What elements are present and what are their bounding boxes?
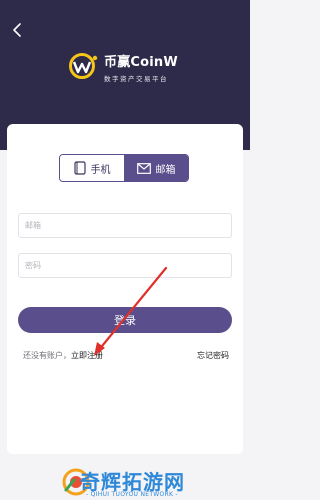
password-input[interactable] xyxy=(18,253,232,278)
status-bar xyxy=(0,0,250,12)
mail-icon xyxy=(136,162,151,174)
brand-slogan: 数字资产交易平台 xyxy=(104,75,168,83)
chevron-left-icon xyxy=(13,23,21,37)
tab-phone-label: 手机 xyxy=(90,164,111,176)
watermark-subtitle: - QIHUI TUOYOU NETWORK - xyxy=(86,491,178,498)
login-method-toggle: 手机 邮箱 xyxy=(59,154,189,182)
register-prompt: 还没有账户，立即注册 xyxy=(23,350,103,361)
login-button[interactable]: 登录 xyxy=(18,307,232,333)
brand-name: 币赢CoinW xyxy=(104,55,178,70)
back-button[interactable] xyxy=(10,22,26,38)
forgot-password-link[interactable]: 忘记密码 xyxy=(197,350,229,361)
login-card: 手机 邮箱 登录 还没有账户，立即注册 忘记密码 xyxy=(7,124,243,454)
register-link[interactable]: 立即注册 xyxy=(71,351,103,360)
tab-phone[interactable]: 手机 xyxy=(60,155,124,181)
no-account-text: 还没有账户， xyxy=(23,351,71,360)
tab-email-label: 邮箱 xyxy=(155,164,176,176)
tab-email[interactable]: 邮箱 xyxy=(124,155,188,181)
coinw-logo-icon xyxy=(69,53,98,79)
phone-icon xyxy=(73,161,86,175)
brand-block: 币赢CoinW 数字资产交易平台 xyxy=(104,51,178,83)
watermark: 奇辉拓游网 - QIHUI TUOYOU NETWORK - xyxy=(0,466,250,500)
email-input[interactable] xyxy=(18,213,232,238)
